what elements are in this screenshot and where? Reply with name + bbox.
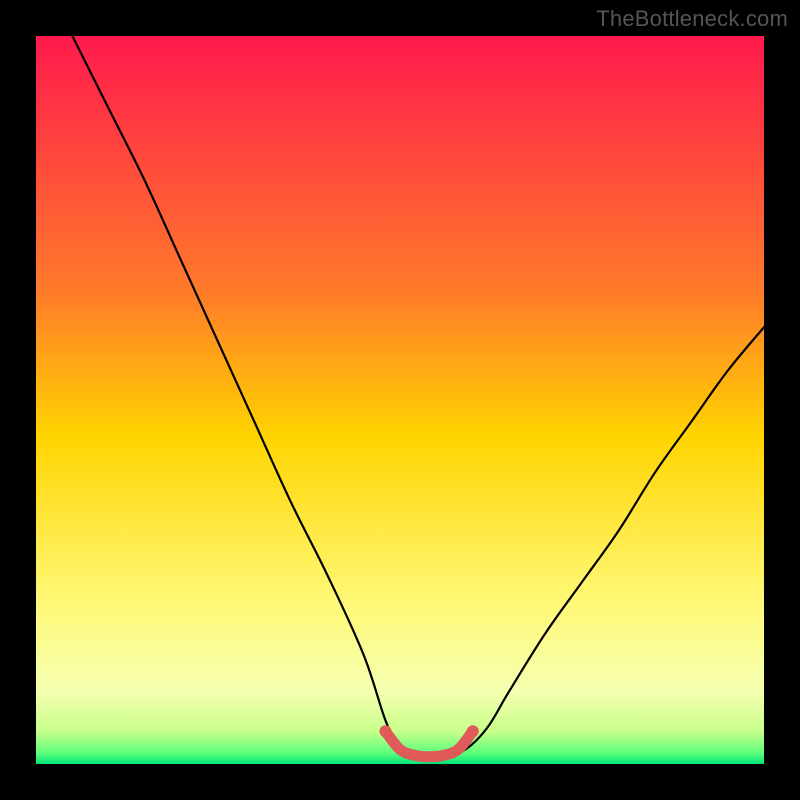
optimal-region-end-dot: [467, 725, 479, 737]
bottleneck-chart: [0, 0, 800, 800]
optimal-region-start-dot: [379, 725, 391, 737]
gradient-background: [36, 36, 764, 764]
chart-frame: TheBottleneck.com: [0, 0, 800, 800]
watermark: TheBottleneck.com: [596, 6, 788, 32]
